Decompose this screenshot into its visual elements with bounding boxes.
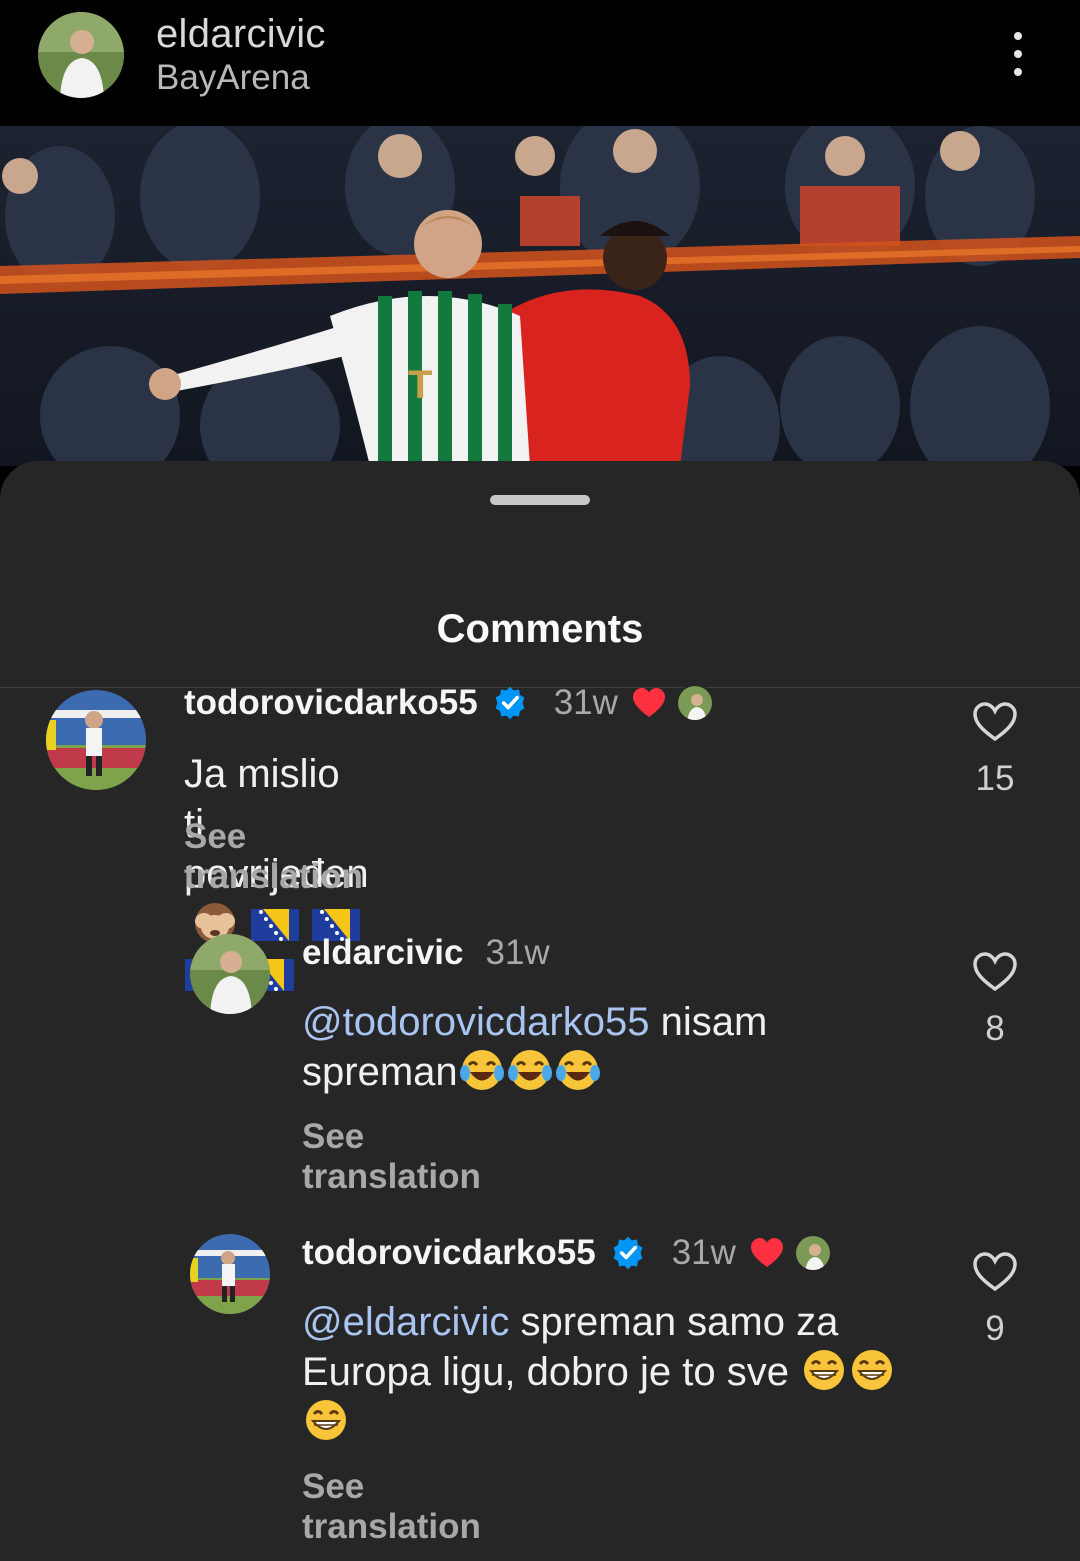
more-vertical-icon[interactable] <box>1000 26 1036 82</box>
comment-text-body: spreman <box>302 1050 458 1094</box>
like-heart-icon[interactable] <box>972 1251 1018 1293</box>
comment-time: 31w <box>485 933 550 972</box>
commenter-username[interactable]: todorovicdarko55 <box>184 683 478 723</box>
liked-by-author-heart-icon <box>632 688 665 717</box>
grinning-face-emoji <box>306 1400 346 1440</box>
like-count: 9 <box>985 1309 1005 1348</box>
commenter-avatar[interactable] <box>46 690 146 790</box>
grinning-face-emoji <box>852 1350 893 1390</box>
author-avatar[interactable] <box>38 12 124 98</box>
svg-text:T: T <box>408 363 432 407</box>
verified-badge-icon <box>613 1236 643 1270</box>
commenter-username[interactable]: todorovicdarko55 <box>302 1233 596 1273</box>
like-heart-icon[interactable] <box>972 701 1018 743</box>
comment-text: @todorovicdarko55 nisam spreman <box>302 997 942 1097</box>
comment-time: 31w <box>671 1233 736 1272</box>
comment-time: 31w <box>553 683 618 722</box>
commenter-username[interactable]: eldarcivic <box>302 933 464 973</box>
post-photo[interactable]: T <box>0 126 1080 466</box>
flag-bosnia-emoji <box>251 909 300 941</box>
mention-link[interactable]: @eldarcivic <box>302 1300 509 1344</box>
comment-header: eldarcivic 31w <box>302 933 550 973</box>
comment-text-body: spreman samo za <box>509 1300 839 1344</box>
verified-badge-icon <box>495 686 525 720</box>
author-username[interactable]: eldarcivic <box>156 12 326 57</box>
see-translation-link[interactable]: See translation <box>302 1467 481 1547</box>
comment-header: todorovicdarko55 31w <box>184 683 714 723</box>
commenter-avatar[interactable] <box>190 934 270 1014</box>
comment-header: todorovicdarko55 31w <box>302 1233 832 1273</box>
drag-handle[interactable] <box>490 495 590 505</box>
see-translation-link[interactable]: See translation <box>302 1117 481 1197</box>
comments-sheet: Comments todorovicdarko55 31w Ja mislio … <box>0 461 1080 1561</box>
author-mini-avatar <box>793 1234 832 1272</box>
like-count: 15 <box>975 759 1015 798</box>
like-heart-icon[interactable] <box>972 951 1018 993</box>
comment-text-body: nisam <box>649 1000 768 1044</box>
author-mini-avatar <box>675 684 714 722</box>
face-with-tears-of-joy-emoji <box>555 1050 600 1090</box>
see-translation-link[interactable]: See translation <box>184 817 363 897</box>
mention-link[interactable]: @todorovicdarko55 <box>302 1000 649 1044</box>
comment-text: @eldarcivic spreman samo za Europa ligu,… <box>302 1297 952 1447</box>
face-with-tears-of-joy-emoji <box>459 1050 504 1090</box>
post-header: eldarcivic BayArena <box>0 0 1080 126</box>
sheet-title: Comments <box>436 607 644 651</box>
face-with-tears-of-joy-emoji <box>507 1050 552 1090</box>
comment-text-body: Europa ligu, dobro je to sve <box>302 1350 789 1394</box>
grinning-face-emoji <box>804 1350 845 1390</box>
commenter-avatar[interactable] <box>190 1234 270 1314</box>
liked-by-author-heart-icon <box>750 1238 783 1267</box>
like-count: 8 <box>985 1009 1005 1048</box>
post-location[interactable]: BayArena <box>156 58 310 98</box>
